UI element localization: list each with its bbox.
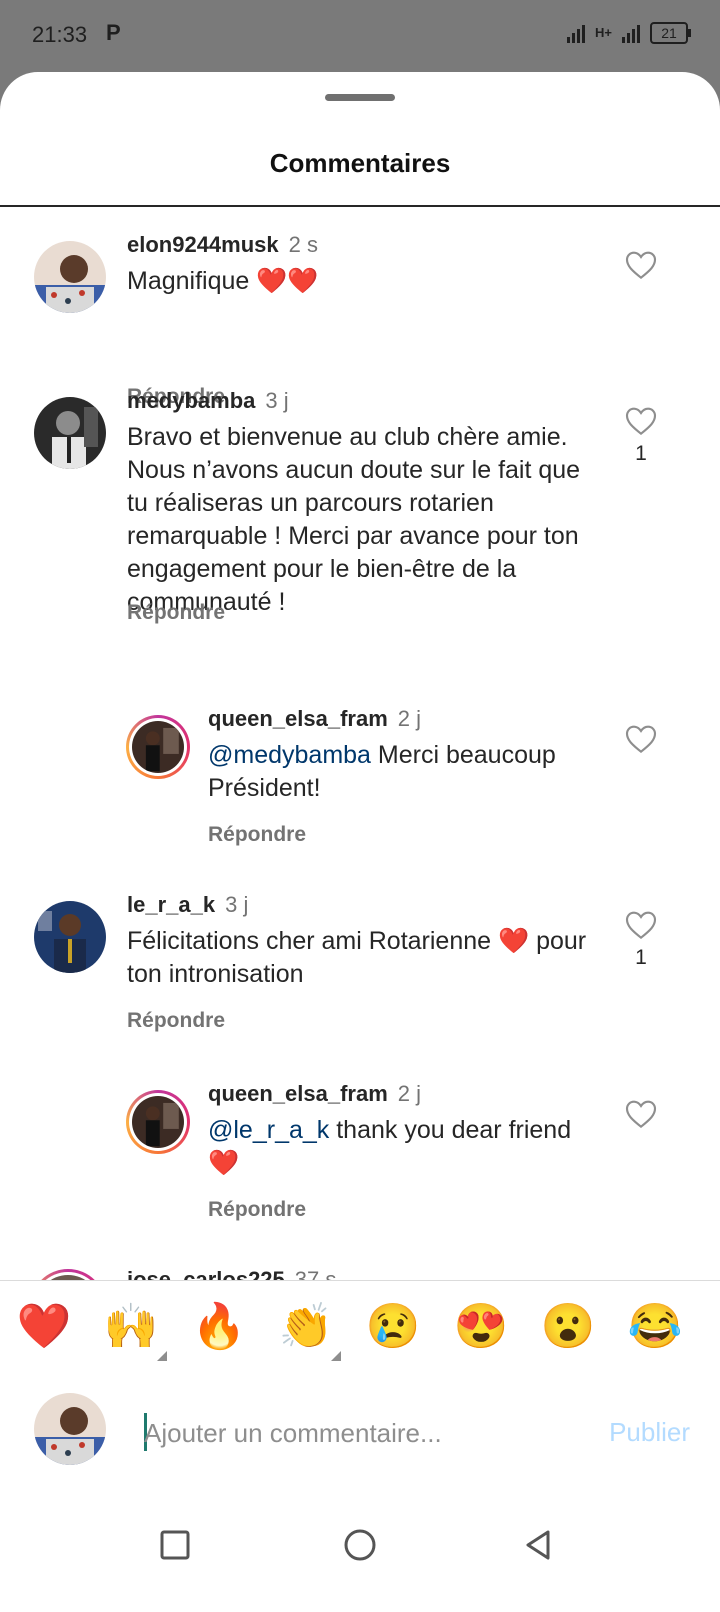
my-avatar xyxy=(34,1393,106,1465)
username[interactable]: elon9244musk xyxy=(127,232,279,257)
username[interactable]: le_r_a_k xyxy=(127,892,215,917)
heart-icon xyxy=(625,251,657,280)
emoji-laughing[interactable]: 😂 xyxy=(625,1299,685,1355)
comment-meta: queen_elsa_fram 2 j xyxy=(208,1081,421,1107)
mention-link[interactable]: @medybamba xyxy=(208,741,371,769)
comment-body: Magnifique ❤️❤️ xyxy=(127,267,319,295)
emoji-heart[interactable]: ❤️ xyxy=(14,1299,74,1355)
comment-input[interactable] xyxy=(144,1415,524,1451)
avatar[interactable] xyxy=(34,901,106,973)
comment-meta: queen_elsa_fram 2 j xyxy=(208,706,421,732)
comment-text: @medybamba Merci beaucoup Président! xyxy=(208,739,608,805)
comment-text: @le_r_a_k thank you dear friend ❤️ xyxy=(208,1114,608,1180)
parking-app-icon: P xyxy=(106,20,121,45)
avatar[interactable] xyxy=(34,397,106,469)
comment-time: 3 j xyxy=(225,892,249,917)
comments-sheet: Commentaires elon9244musk 2 s Magnifique … xyxy=(0,72,720,1612)
username[interactable]: queen_elsa_fram xyxy=(208,1081,388,1106)
comment-meta: le_r_a_k 3 j xyxy=(127,892,248,918)
reply-button[interactable]: Répondre xyxy=(127,601,225,625)
battery-icon: 21 xyxy=(650,22,691,44)
like-button[interactable] xyxy=(624,724,658,754)
drag-handle[interactable] xyxy=(325,94,395,101)
comment-time: 3 j xyxy=(265,388,289,413)
skin-tone-indicator xyxy=(331,1351,341,1361)
avatar[interactable] xyxy=(34,241,106,313)
comment-time: 2 j xyxy=(397,1081,422,1106)
heart-icon xyxy=(625,407,657,436)
comment-meta: medybamba 3 j xyxy=(127,388,289,414)
back-triangle-icon[interactable] xyxy=(514,1521,562,1569)
like-button[interactable] xyxy=(624,1099,658,1129)
heart-icon xyxy=(625,911,657,940)
username[interactable]: medybamba xyxy=(127,388,255,413)
emoji-raised-hands[interactable]: 🙌 xyxy=(101,1299,161,1355)
status-bar: 21:33 P H+ 21 xyxy=(0,0,720,72)
system-nav-bar xyxy=(0,1485,720,1612)
reply-button[interactable]: Répondre xyxy=(208,823,306,847)
story-avatar-icon xyxy=(132,1096,184,1148)
user-avatar-icon xyxy=(34,241,106,313)
like-count: 1 xyxy=(635,946,647,969)
user-avatar-icon xyxy=(34,1393,106,1465)
emoji-clap[interactable]: 👏 xyxy=(276,1299,336,1355)
publish-button[interactable]: Publier xyxy=(609,1417,690,1448)
user-avatar-icon xyxy=(34,901,106,973)
comments-list[interactable]: elon9244musk 2 s Magnifique ❤️❤️ Répondre… xyxy=(0,207,720,1281)
like-count: 1 xyxy=(635,442,647,465)
story-avatar[interactable] xyxy=(126,715,190,779)
heart-icon xyxy=(625,1100,657,1129)
sheet-title: Commentaires xyxy=(269,148,451,178)
heart-icon xyxy=(625,725,657,754)
skin-tone-indicator xyxy=(157,1351,167,1361)
like-button[interactable]: 1 xyxy=(624,406,658,466)
story-avatar-icon xyxy=(132,721,184,773)
signal-icon xyxy=(567,23,586,43)
comment-time: 2 j xyxy=(397,706,422,731)
home-circle-icon[interactable] xyxy=(336,1521,384,1569)
like-button[interactable] xyxy=(624,250,658,280)
emoji-heart-eyes[interactable]: 😍 xyxy=(451,1299,511,1355)
network-type-label: H+ xyxy=(595,25,612,40)
comment-text: Félicitations cher ami Rotarienne ❤️ pou… xyxy=(127,927,587,988)
emoji-fire[interactable]: 🔥 xyxy=(189,1299,249,1355)
username[interactable]: jose_carlos225 xyxy=(127,1267,285,1281)
reply-button[interactable]: Répondre xyxy=(208,1198,306,1222)
username[interactable]: queen_elsa_fram xyxy=(208,706,388,731)
mention-link[interactable]: @le_r_a_k xyxy=(208,1116,329,1144)
story-avatar[interactable] xyxy=(126,1090,190,1154)
comment-text: Magnifique ❤️❤️ xyxy=(127,265,607,298)
reply-button[interactable]: Répondre xyxy=(127,1009,225,1033)
comment-time: 37 s xyxy=(294,1267,337,1281)
signal-icon-2 xyxy=(622,23,640,43)
comment-meta: elon9244musk 2 s xyxy=(127,232,318,258)
comment-time: 2 s xyxy=(288,232,318,257)
comment-composer: Publier xyxy=(0,1375,720,1485)
like-button[interactable]: 1 xyxy=(624,910,658,970)
recents-square-icon[interactable] xyxy=(151,1521,199,1569)
comment-text: Bravo et bienvenue au club chère amie. N… xyxy=(127,423,581,616)
emoji-surprised[interactable]: 😮 xyxy=(538,1299,598,1355)
user-avatar-icon xyxy=(34,397,106,469)
comment-meta: jose_carlos225 37 s xyxy=(127,1267,336,1281)
status-time: 21:33 xyxy=(32,22,88,47)
emoji-crying[interactable]: 😢 xyxy=(363,1299,423,1355)
emoji-reaction-bar: ❤️ 🙌 🔥 👏 😢 😍 😮 😂 xyxy=(0,1280,720,1376)
